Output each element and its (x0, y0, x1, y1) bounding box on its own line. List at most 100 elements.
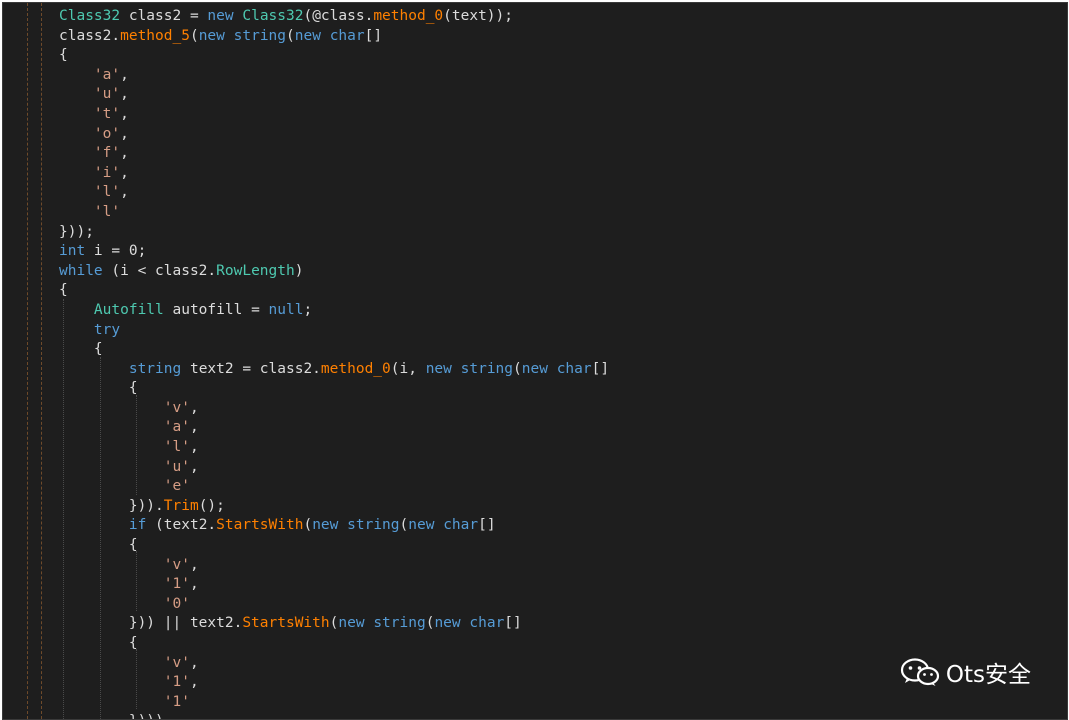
code-line[interactable]: '1' (59, 693, 609, 713)
watermark: Ots安全 (900, 655, 1031, 689)
code-token: { (59, 380, 138, 397)
code-line[interactable]: 'u', (59, 458, 609, 478)
code-token: Autofill (93, 301, 164, 318)
code-line[interactable]: int i = 0; (59, 242, 609, 262)
block-indent-guide (41, 3, 42, 719)
code-token: string (233, 27, 287, 44)
code-line[interactable]: 'l', (59, 438, 609, 458)
code-line[interactable]: 'o', (59, 125, 609, 145)
code-line[interactable]: 'e' (59, 477, 609, 497)
code-token: , (120, 105, 129, 122)
code-line[interactable]: '0' (59, 595, 609, 615)
code-line[interactable]: 'v', (59, 556, 609, 576)
code-token: string (347, 517, 400, 534)
code-token: (text2. (146, 517, 217, 534)
code-line[interactable]: 'l' (59, 203, 609, 223)
code-token: , (189, 556, 199, 573)
code-line[interactable]: { (59, 536, 609, 556)
code-token: , (189, 458, 199, 475)
code-token: 'l' (93, 184, 121, 201)
code-token: new (521, 360, 548, 377)
code-line[interactable]: '1', (59, 673, 609, 693)
code-token: ( (303, 517, 313, 534)
code-token: null (268, 301, 304, 318)
code-line[interactable]: '1', (59, 575, 609, 595)
code-token: , (189, 576, 199, 593)
code-token: string (373, 615, 426, 632)
code-token: StartsWith (242, 615, 330, 632)
code-line[interactable]: 'a', (59, 66, 609, 86)
code-token: 'i' (93, 164, 121, 181)
code-token: char (469, 615, 505, 632)
code-token: text2 = class2. (181, 360, 321, 377)
code-token: ( (399, 517, 409, 534)
code-line[interactable]: 'v', (59, 654, 609, 674)
code-token: , (120, 66, 129, 83)
code-token: , (189, 439, 199, 456)
code-line[interactable]: 'f', (59, 144, 609, 164)
code-text[interactable]: Class32 class2 = new Class32(@class.meth… (59, 7, 609, 719)
code-token: new (294, 27, 321, 44)
code-token: (@class. (303, 8, 374, 24)
code-line[interactable]: 'u', (59, 85, 609, 105)
code-line[interactable]: string text2 = class2.method_0(i, new st… (59, 360, 609, 380)
code-token: 'o' (93, 125, 121, 142)
code-token: string (128, 360, 182, 377)
code-line[interactable]: 'i', (59, 164, 609, 184)
code-line[interactable]: while (i < class2.RowLength) (59, 262, 609, 282)
code-token: , (120, 86, 129, 103)
code-line[interactable]: })) || text2.StartsWith(new string(new c… (59, 614, 609, 634)
code-line[interactable]: { (59, 634, 609, 654)
code-token: 'a' (163, 419, 190, 436)
code-token: ( (513, 360, 522, 377)
code-token: 't' (93, 105, 121, 122)
code-token: method_5 (120, 27, 190, 44)
code-token: class2. (59, 27, 121, 44)
code-token: Class32 (242, 8, 304, 24)
code-line[interactable]: 'a', (59, 418, 609, 438)
code-line[interactable]: { (59, 379, 609, 399)
code-line[interactable]: try (59, 321, 609, 341)
code-line[interactable]: { (59, 340, 609, 360)
code-line[interactable]: 'v', (59, 399, 609, 419)
code-token: 'v' (163, 399, 190, 416)
code-token: 'a' (93, 66, 121, 83)
code-line[interactable]: Class32 class2 = new Class32(@class.meth… (59, 7, 609, 27)
code-token: { (59, 537, 138, 554)
code-line[interactable]: if (text2.StartsWith(new string(new char… (59, 516, 609, 536)
code-line[interactable]: 't', (59, 105, 609, 125)
code-token: })). (59, 497, 164, 514)
code-line[interactable]: Autofill autofill = null; (59, 301, 609, 321)
code-editor[interactable]: Class32 class2 = new Class32(@class.meth… (2, 2, 1068, 720)
code-line[interactable]: })); (59, 223, 609, 243)
code-token: , (120, 184, 129, 201)
wechat-icon (900, 658, 939, 686)
code-token: [] (504, 615, 522, 632)
code-line[interactable]: { (59, 46, 609, 66)
code-line[interactable]: }))) (59, 712, 609, 719)
code-line[interactable]: { (59, 281, 609, 301)
code-line[interactable]: class2.method_5(new string(new char[] (59, 27, 609, 47)
code-token: new (425, 360, 452, 377)
code-token: [] (591, 360, 610, 377)
code-token: ( (286, 27, 295, 44)
code-token: char (556, 360, 592, 377)
code-line[interactable]: })).Trim(); (59, 497, 609, 517)
code-line[interactable]: 'l', (59, 183, 609, 203)
